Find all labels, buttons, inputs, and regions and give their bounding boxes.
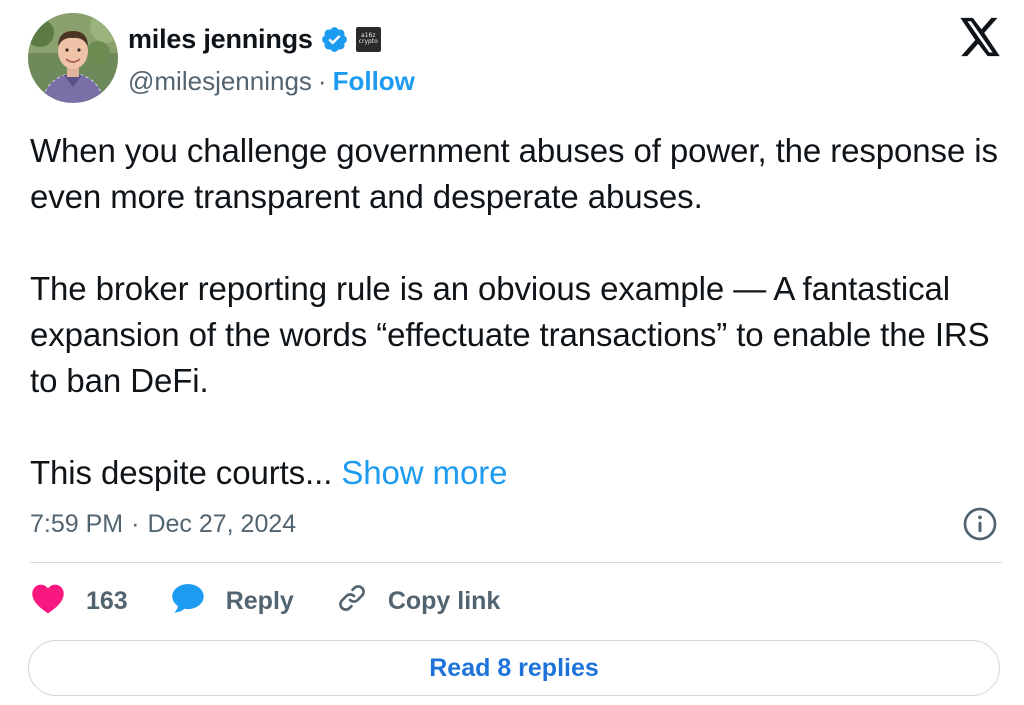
tweet-actions: 163 Reply Copy link xyxy=(30,578,542,624)
x-logo-icon[interactable] xyxy=(958,16,1002,58)
tweet-text: When you challenge government abuses of … xyxy=(30,128,1000,496)
like-count: 163 xyxy=(86,586,128,615)
heart-icon xyxy=(30,582,66,621)
read-replies-label: Read 8 replies xyxy=(429,653,599,682)
author-handle[interactable]: @milesjennings xyxy=(128,66,312,97)
read-replies-button[interactable]: Read 8 replies xyxy=(28,640,1000,696)
show-more-link[interactable]: Show more xyxy=(341,454,507,491)
tweet-paragraph-3-text: This despite courts... xyxy=(30,454,333,491)
affiliate-badge-text: a16z crypto xyxy=(358,32,378,45)
reply-button[interactable]: Reply xyxy=(170,582,294,621)
author-name-row: miles jennings a16z crypto xyxy=(128,22,381,56)
tweet-date: Dec 27, 2024 xyxy=(147,509,297,538)
affiliate-badge[interactable]: a16z crypto xyxy=(355,26,381,52)
author-avatar[interactable] xyxy=(28,13,118,103)
tweet-paragraph-2: The broker reporting rule is an obvious … xyxy=(30,270,990,399)
copy-link-button[interactable]: Copy link xyxy=(336,582,501,621)
embedded-tweet-card: miles jennings a16z crypto @milesjenning… xyxy=(0,0,1024,705)
tweet-timestamp[interactable]: 7:59 PM · Dec 27, 2024 xyxy=(30,506,296,542)
copy-link-label: Copy link xyxy=(387,586,501,615)
reply-bubble-icon xyxy=(170,582,206,621)
link-icon xyxy=(336,582,368,621)
tweet-paragraph-1: When you challenge government abuses of … xyxy=(30,132,998,215)
verified-badge-icon xyxy=(320,25,349,54)
tweet-time: 7:59 PM xyxy=(30,509,124,538)
like-button[interactable]: 163 xyxy=(30,582,128,621)
avatar-photo xyxy=(28,13,118,103)
reply-label: Reply xyxy=(225,586,294,615)
info-icon[interactable] xyxy=(962,506,998,542)
follow-link[interactable]: Follow xyxy=(333,66,415,97)
author-display-name[interactable]: miles jennings xyxy=(128,24,313,55)
timestamp-separator: · xyxy=(131,509,140,538)
divider xyxy=(30,562,1002,563)
tweet-paragraph-3: This despite courts... Show more xyxy=(30,450,1000,496)
author-handle-row: @milesjennings · Follow xyxy=(128,64,415,98)
handle-separator: · xyxy=(317,65,327,96)
